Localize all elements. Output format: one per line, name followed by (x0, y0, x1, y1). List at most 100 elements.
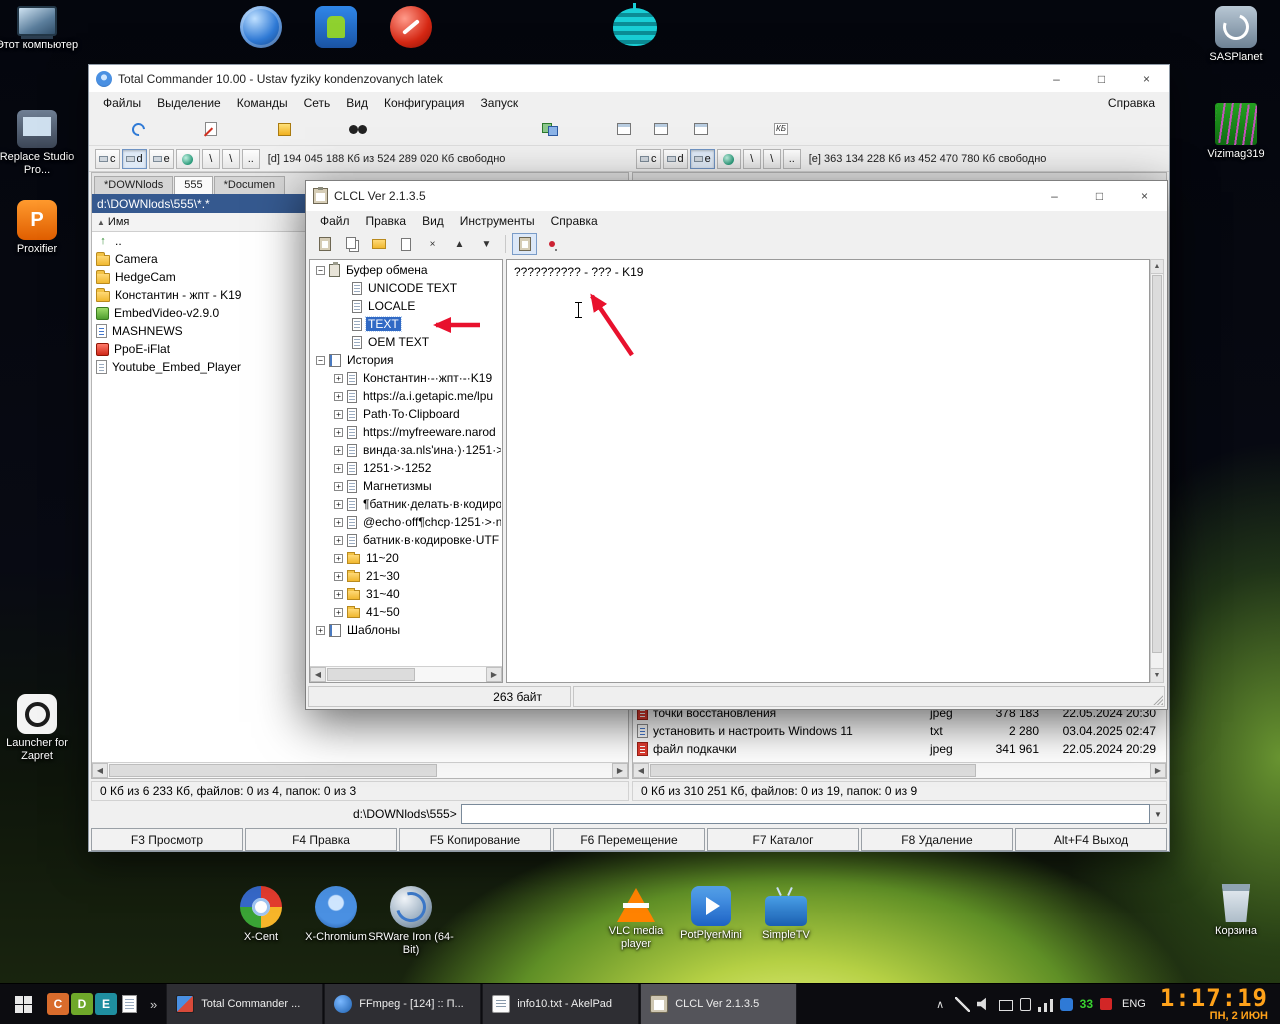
tree-item-templates-root[interactable]: + Шаблоны (311, 621, 501, 639)
move-down-button[interactable]: ▼ (474, 233, 499, 255)
tree-item-history[interactable]: + https://myfreeware.narod (311, 423, 501, 441)
open-folder-button[interactable] (366, 233, 391, 255)
menu-help[interactable]: Справка (543, 212, 606, 230)
scroll-thumb[interactable] (327, 668, 415, 681)
altf4-exit-button[interactable]: Alt+F4 Выход (1015, 828, 1167, 851)
pen-tray-icon[interactable] (954, 996, 970, 1012)
window-layout-button-3[interactable] (686, 116, 716, 142)
close-button[interactable]: × (1124, 65, 1169, 92)
language-indicator[interactable]: ENG (1119, 998, 1149, 1010)
tree-item-history-root[interactable]: − История (311, 351, 501, 369)
expand-icon[interactable]: + (334, 571, 343, 581)
root-dir-button[interactable]: \ (201, 149, 220, 169)
tree-item-history[interactable]: + @echo·off¶chcp·1251·>·n (311, 513, 501, 531)
network-drive-button[interactable] (716, 149, 741, 169)
scroll-thumb[interactable] (1152, 275, 1162, 654)
tree-item-clipboard-root[interactable]: − Буфер обмена (311, 261, 501, 279)
desktop-icon-xcent[interactable]: X-Cent (218, 886, 304, 944)
scroll-track[interactable] (108, 763, 612, 778)
tree-item-text-selected[interactable]: TEXT (311, 315, 501, 333)
start-button[interactable] (0, 984, 46, 1024)
network-icon[interactable] (1037, 996, 1053, 1012)
quick-launch-d[interactable]: D (71, 993, 93, 1015)
desktop-icon-replace-studio[interactable]: Replace Studio Pro... (0, 110, 80, 177)
clcl-titlebar[interactable]: CLCL Ver 2.1.3.5 – □ × (306, 181, 1167, 211)
expand-icon[interactable]: + (334, 391, 343, 401)
desktop-icon-potplayer[interactable]: PotPlyerMini (668, 886, 754, 942)
menu-tools[interactable]: Инструменты (452, 212, 543, 230)
delete-button[interactable]: × (420, 233, 445, 255)
desktop-icon-vlc[interactable]: VLC media player (593, 888, 679, 951)
temperature-badge[interactable]: 33 (1080, 997, 1093, 1011)
tree-item-locale[interactable]: LOCALE (311, 297, 501, 315)
menu-start[interactable]: Запуск (473, 94, 527, 112)
new-item-button[interactable] (393, 233, 418, 255)
drive-c-button[interactable]: c (95, 149, 120, 169)
taskbar-app-ffmpeg[interactable]: FFmpeg - [124] :: П... (324, 983, 482, 1024)
menu-view[interactable]: Вид (338, 94, 376, 112)
taskbar-app-clcl[interactable]: CLCL Ver 2.1.3.5 (640, 983, 798, 1024)
root-dir-button-2[interactable]: \ (762, 149, 781, 169)
tree-item-history[interactable]: + Магнетизмы (311, 477, 501, 495)
desktop-icon-this-computer[interactable]: Этот компьютер (0, 6, 80, 52)
clipboard-mode-button[interactable] (512, 233, 537, 255)
drive-d-button[interactable]: d (662, 149, 688, 169)
scroll-left-icon[interactable]: ◀ (310, 667, 326, 682)
tree-item-history[interactable]: +1251·>·1252 (311, 459, 501, 477)
tab-downlods[interactable]: *DOWNlods (94, 176, 174, 194)
tree-folder-41-50[interactable]: +41~50 (311, 603, 501, 621)
tree-item-history[interactable]: + батник·в·кодировке·UTF (311, 531, 501, 549)
close-button[interactable]: × (1122, 181, 1167, 211)
paste-button[interactable] (312, 233, 337, 255)
scroll-up-icon[interactable]: ▲ (1151, 260, 1163, 274)
clcl-viewer[interactable]: ?????????? - ??? - K19 (506, 259, 1150, 683)
menu-file[interactable]: Файл (312, 212, 358, 230)
desktop-icon-simpletv[interactable]: SimpleTV (743, 886, 829, 942)
toolbar-overflow-icon[interactable]: » (141, 997, 166, 1012)
desktop-icon-proxifier[interactable]: P Proxifier (0, 200, 80, 256)
root-dir-button[interactable]: \ (742, 149, 761, 169)
drive-c-button[interactable]: c (636, 149, 661, 169)
taskbar-app-total-commander[interactable]: Total Commander ... (166, 983, 324, 1024)
scroll-thumb[interactable] (109, 764, 437, 777)
desktop-shortcut-teal[interactable] (592, 3, 678, 46)
quick-launch-e[interactable]: E (95, 993, 117, 1015)
desktop-icon-srware-iron[interactable]: SRWare Iron (64-Bit) (368, 886, 454, 957)
f4-edit-button[interactable]: F4 Правка (245, 828, 397, 851)
f7-mkdir-button[interactable]: F7 Каталог (707, 828, 859, 851)
drive-d-button[interactable]: d (121, 149, 147, 169)
scroll-left-icon[interactable]: ◀ (633, 763, 649, 778)
drive-e-button[interactable]: e (148, 149, 174, 169)
menu-edit[interactable]: Правка (358, 212, 415, 230)
volume-icon[interactable] (976, 997, 986, 1011)
scroll-thumb[interactable] (650, 764, 976, 777)
quick-launch-notepad-icon[interactable] (122, 995, 137, 1013)
expand-icon[interactable]: + (334, 517, 343, 527)
f3-view-button[interactable]: F3 Просмотр (91, 828, 243, 851)
pin-button[interactable] (539, 233, 564, 255)
expand-icon[interactable]: + (334, 589, 343, 599)
menu-configuration[interactable]: Конфигурация (376, 94, 473, 112)
recording-tray-icon[interactable] (1100, 998, 1112, 1010)
copy-button[interactable] (339, 233, 364, 255)
taskbar-clock[interactable]: 1:17:19 ПН, 2 ИЮН (1156, 986, 1276, 1022)
parent-dir-button[interactable]: .. (782, 149, 801, 169)
expand-icon[interactable]: + (334, 607, 343, 617)
tab-555[interactable]: 555 (174, 176, 213, 194)
expand-icon[interactable]: + (334, 373, 343, 383)
minimize-button[interactable]: – (1032, 181, 1077, 211)
desktop-icon-recycle-bin[interactable]: Корзина (1193, 884, 1279, 938)
tree-item-history[interactable]: + https://a.i.getapic.me/lpu (311, 387, 501, 405)
f8-delete-button[interactable]: F8 Удаление (861, 828, 1013, 851)
menu-files[interactable]: Файлы (95, 94, 149, 112)
tree-item-history[interactable]: + винда·за.nls'ина·)·1251·> (311, 441, 501, 459)
desktop-icon-zapret[interactable]: Launcher for Zapret (0, 694, 80, 763)
f6-move-button[interactable]: F6 Перемещение (553, 828, 705, 851)
expand-icon[interactable]: + (316, 625, 325, 635)
menu-selection[interactable]: Выделение (149, 94, 229, 112)
tc-titlebar[interactable]: Total Commander 10.00 - Ustav fyziky kon… (89, 65, 1169, 92)
viewer-vscrollbar[interactable]: ▲ ▼ (1150, 259, 1164, 683)
maximize-button[interactable]: □ (1077, 181, 1122, 211)
search-button[interactable] (343, 116, 373, 142)
tree-hscrollbar[interactable]: ◀ ▶ (310, 666, 502, 682)
